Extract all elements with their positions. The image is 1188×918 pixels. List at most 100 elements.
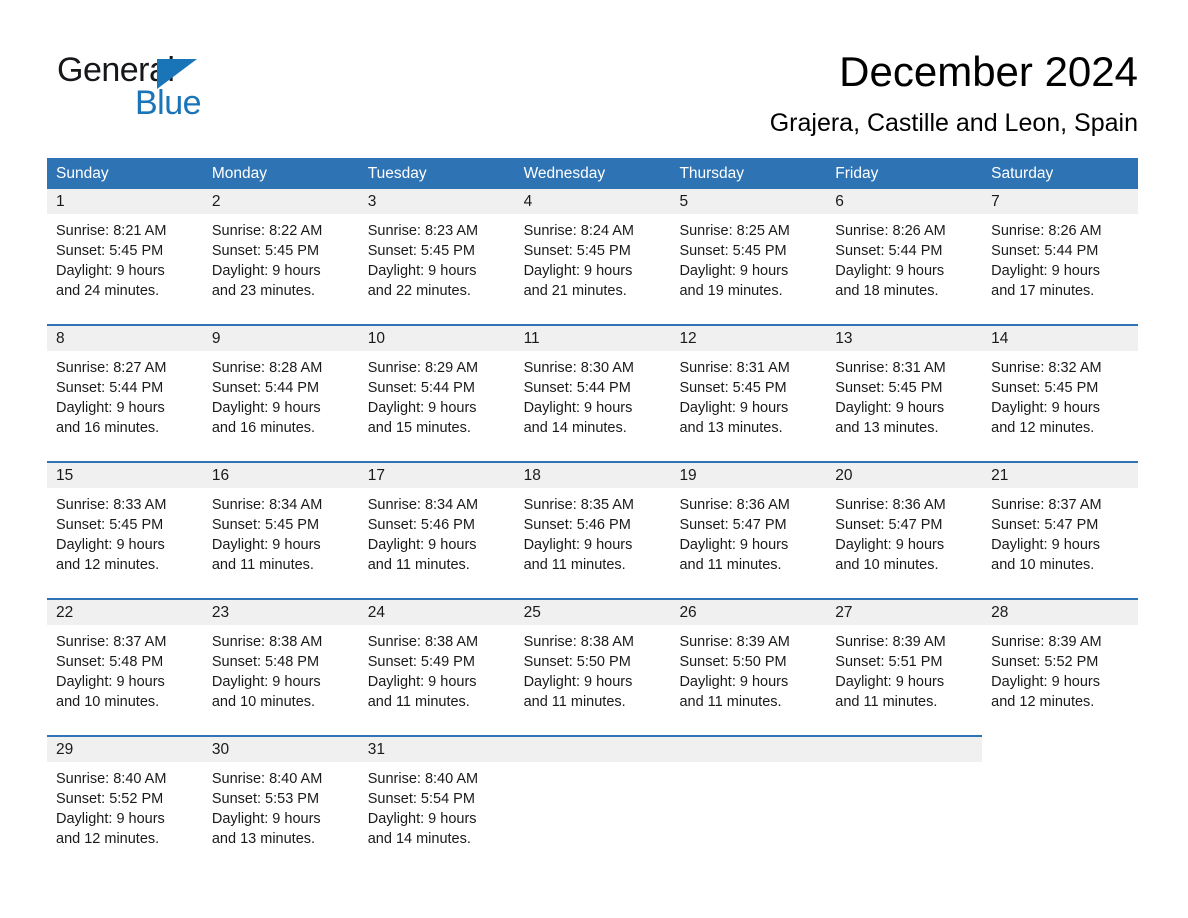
- day-cell[interactable]: 11 Sunrise: 8:30 AM Sunset: 5:44 PM Dayl…: [514, 326, 671, 461]
- day-details: Sunrise: 8:34 AM Sunset: 5:46 PM Dayligh…: [359, 488, 515, 598]
- daylight-text-2: and 18 minutes.: [835, 283, 939, 299]
- sunset-text: Sunset: 5:45 PM: [211, 243, 320, 259]
- day-cell[interactable]: 4 Sunrise: 8:24 AM Sunset: 5:45 PM Dayli…: [514, 189, 671, 324]
- day-number: 9: [202, 326, 359, 351]
- sunrise-text: Sunrise: 8:31 AM: [679, 360, 790, 376]
- day-cell[interactable]: 7 Sunrise: 8:26 AM Sunset: 5:44 PM Dayli…: [982, 189, 1139, 324]
- day-cell[interactable]: 9 Sunrise: 8:28 AM Sunset: 5:44 PM Dayli…: [202, 326, 359, 461]
- sunset-text: Sunset: 5:50 PM: [523, 654, 631, 670]
- daylight-text-1: Daylight: 9 hours: [211, 537, 321, 553]
- day-details: Sunrise: 8:40 AM Sunset: 5:53 PM Dayligh…: [203, 762, 359, 872]
- day-cell[interactable]: 31 Sunrise: 8:40 AM Sunset: 5:54 PM Dayl…: [358, 737, 515, 872]
- weekday-sunday: Sunday: [56, 165, 109, 182]
- daylight-text-2: and 16 minutes.: [211, 420, 316, 436]
- daylight-text-2: and 13 minutes.: [211, 831, 316, 847]
- day-cell[interactable]: 16 Sunrise: 8:34 AM Sunset: 5:45 PM Dayl…: [202, 463, 359, 598]
- day-details: Sunrise: 8:30 AM Sunset: 5:44 PM Dayligh…: [515, 351, 671, 461]
- daylight-text-2: and 11 minutes.: [523, 694, 626, 710]
- day-cell[interactable]: 28 Sunrise: 8:39 AM Sunset: 5:52 PM Dayl…: [982, 600, 1139, 735]
- daylight-text-2: and 12 minutes.: [991, 420, 1095, 436]
- day-number: 17: [358, 463, 515, 488]
- day-cell[interactable]: 17 Sunrise: 8:34 AM Sunset: 5:46 PM Dayl…: [358, 463, 515, 598]
- day-number: 11: [514, 326, 671, 351]
- day-details: Sunrise: 8:33 AM Sunset: 5:45 PM Dayligh…: [47, 488, 203, 598]
- calendar-week-row: 15 Sunrise: 8:33 AM Sunset: 5:45 PM Dayl…: [47, 461, 1139, 598]
- daylight-text-1: Daylight: 9 hours: [211, 400, 321, 416]
- day-cell[interactable]: 1 Sunrise: 8:21 AM Sunset: 5:45 PM Dayli…: [47, 189, 203, 324]
- day-details: Sunrise: 8:26 AM Sunset: 5:44 PM Dayligh…: [982, 214, 1138, 324]
- day-cell[interactable]: 10 Sunrise: 8:29 AM Sunset: 5:44 PM Dayl…: [358, 326, 515, 461]
- sunset-text: Sunset: 5:44 PM: [211, 380, 320, 396]
- day-number: 2: [202, 189, 359, 214]
- daylight-text-2: and 10 minutes.: [991, 557, 1095, 573]
- day-cell[interactable]: 13 Sunrise: 8:31 AM Sunset: 5:45 PM Dayl…: [826, 326, 983, 461]
- day-cell[interactable]: 12 Sunrise: 8:31 AM Sunset: 5:45 PM Dayl…: [670, 326, 827, 461]
- calendar-week-row: 22 Sunrise: 8:37 AM Sunset: 5:48 PM Dayl…: [47, 598, 1139, 735]
- daylight-text-1: Daylight: 9 hours: [523, 537, 633, 553]
- day-cell[interactable]: 3 Sunrise: 8:23 AM Sunset: 5:45 PM Dayli…: [358, 189, 515, 324]
- day-cell[interactable]: 25 Sunrise: 8:38 AM Sunset: 5:50 PM Dayl…: [514, 600, 671, 735]
- daylight-text-2: and 12 minutes.: [56, 831, 160, 847]
- day-number: 21: [982, 463, 1139, 488]
- day-number: 29: [47, 737, 203, 762]
- sunset-text: Sunset: 5:44 PM: [367, 380, 475, 396]
- sunrise-text: Sunrise: 8:26 AM: [991, 223, 1102, 239]
- daylight-text-1: Daylight: 9 hours: [679, 537, 789, 553]
- daylight-text-1: Daylight: 9 hours: [679, 674, 789, 690]
- day-cell[interactable]: 6 Sunrise: 8:26 AM Sunset: 5:44 PM Dayli…: [826, 189, 983, 324]
- day-details: Sunrise: 8:38 AM Sunset: 5:50 PM Dayligh…: [515, 625, 671, 735]
- day-number: 6: [826, 189, 983, 214]
- daylight-text-1: Daylight: 9 hours: [835, 263, 945, 279]
- day-number: 16: [202, 463, 359, 488]
- day-cell[interactable]: 30 Sunrise: 8:40 AM Sunset: 5:53 PM Dayl…: [202, 737, 359, 872]
- daylight-text-1: Daylight: 9 hours: [211, 263, 321, 279]
- sunset-text: Sunset: 5:46 PM: [367, 517, 475, 533]
- sunrise-text: Sunrise: 8:23 AM: [367, 223, 479, 239]
- day-details: Sunrise: 8:21 AM Sunset: 5:45 PM Dayligh…: [47, 214, 203, 324]
- day-cell[interactable]: 14 Sunrise: 8:32 AM Sunset: 5:45 PM Dayl…: [982, 326, 1139, 461]
- day-details: Sunrise: 8:25 AM Sunset: 5:45 PM Dayligh…: [670, 214, 826, 324]
- day-cell[interactable]: 22 Sunrise: 8:37 AM Sunset: 5:48 PM Dayl…: [47, 600, 203, 735]
- sunrise-text: Sunrise: 8:36 AM: [835, 497, 946, 513]
- day-details: Sunrise: 8:26 AM Sunset: 5:44 PM Dayligh…: [826, 214, 982, 324]
- day-cell[interactable]: 18 Sunrise: 8:35 AM Sunset: 5:46 PM Dayl…: [514, 463, 671, 598]
- day-number: 14: [982, 326, 1139, 351]
- day-cell[interactable]: 2 Sunrise: 8:22 AM Sunset: 5:45 PM Dayli…: [202, 189, 359, 324]
- sunset-text: Sunset: 5:48 PM: [56, 654, 164, 670]
- page-title: December 2024: [839, 48, 1138, 95]
- daylight-text-2: and 16 minutes.: [56, 420, 160, 436]
- day-cell[interactable]: 26 Sunrise: 8:39 AM Sunset: 5:50 PM Dayl…: [670, 600, 827, 735]
- daylight-text-1: Daylight: 9 hours: [991, 263, 1100, 279]
- day-cell[interactable]: 27 Sunrise: 8:39 AM Sunset: 5:51 PM Dayl…: [826, 600, 983, 735]
- day-cell[interactable]: 8 Sunrise: 8:27 AM Sunset: 5:44 PM Dayli…: [47, 326, 203, 461]
- daylight-text-2: and 11 minutes.: [835, 694, 938, 710]
- calendar-week-row: 8 Sunrise: 8:27 AM Sunset: 5:44 PM Dayli…: [47, 324, 1139, 461]
- day-details: Sunrise: 8:29 AM Sunset: 5:44 PM Dayligh…: [359, 351, 515, 461]
- sunset-text: Sunset: 5:52 PM: [56, 791, 164, 807]
- sunrise-text: Sunrise: 8:29 AM: [367, 360, 479, 376]
- day-cell[interactable]: 24 Sunrise: 8:38 AM Sunset: 5:49 PM Dayl…: [358, 600, 515, 735]
- day-details: [670, 762, 826, 872]
- day-cell[interactable]: 23 Sunrise: 8:38 AM Sunset: 5:48 PM Dayl…: [202, 600, 359, 735]
- day-number: 5: [670, 189, 827, 214]
- day-cell[interactable]: 19 Sunrise: 8:36 AM Sunset: 5:47 PM Dayl…: [670, 463, 827, 598]
- day-number: 8: [47, 326, 203, 351]
- daylight-text-1: Daylight: 9 hours: [56, 263, 165, 279]
- logo-text-blue: Blue: [135, 84, 202, 122]
- day-cell[interactable]: 21 Sunrise: 8:37 AM Sunset: 5:47 PM Dayl…: [982, 463, 1139, 598]
- day-cell-empty: [670, 737, 827, 872]
- daylight-text-2: and 17 minutes.: [991, 283, 1095, 299]
- day-cell[interactable]: 20 Sunrise: 8:36 AM Sunset: 5:47 PM Dayl…: [826, 463, 983, 598]
- day-number: 26: [670, 600, 827, 625]
- day-cell[interactable]: 5 Sunrise: 8:25 AM Sunset: 5:45 PM Dayli…: [670, 189, 827, 324]
- sunrise-text: Sunrise: 8:39 AM: [679, 634, 790, 650]
- sunset-text: Sunset: 5:53 PM: [211, 791, 320, 807]
- day-number: 30: [202, 737, 359, 762]
- day-number: 27: [826, 600, 983, 625]
- sunset-text: Sunset: 5:47 PM: [835, 517, 943, 533]
- day-cell[interactable]: 15 Sunrise: 8:33 AM Sunset: 5:45 PM Dayl…: [47, 463, 203, 598]
- sunrise-text: Sunrise: 8:34 AM: [211, 497, 323, 513]
- sunset-text: Sunset: 5:50 PM: [679, 654, 787, 670]
- day-cell[interactable]: 29 Sunrise: 8:40 AM Sunset: 5:52 PM Dayl…: [47, 737, 203, 872]
- day-number: 4: [514, 189, 671, 214]
